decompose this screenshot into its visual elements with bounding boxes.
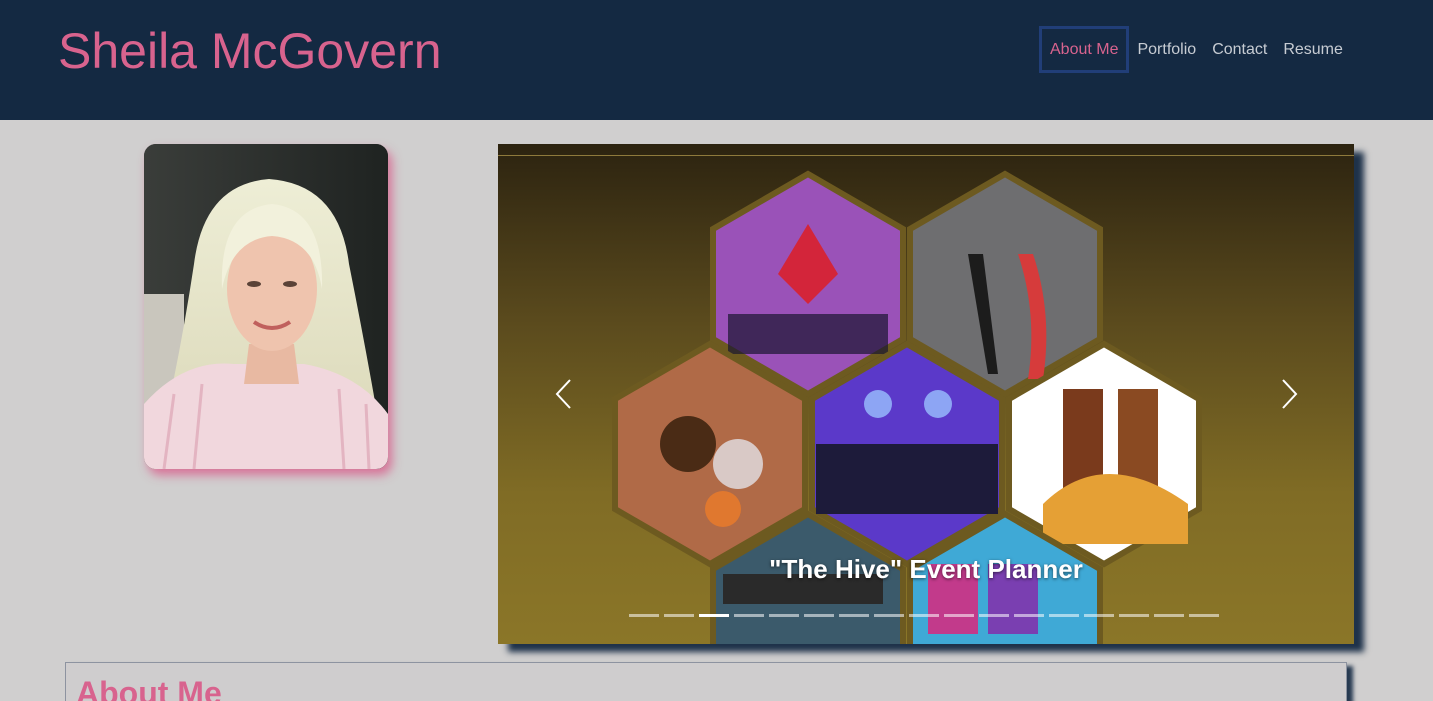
nav-portfolio[interactable]: Portfolio [1129,26,1204,73]
carousel-indicator[interactable] [629,614,659,617]
carousel-indicator[interactable] [1014,614,1044,617]
carousel-indicator[interactable] [839,614,869,617]
carousel-indicator[interactable] [769,614,799,617]
carousel-indicator[interactable] [804,614,834,617]
carousel-indicator[interactable] [944,614,974,617]
carousel-indicator[interactable] [699,614,729,617]
carousel-indicator[interactable] [734,614,764,617]
portrait-photo-icon [144,144,388,469]
carousel-indicator[interactable] [909,614,939,617]
carousel-indicator[interactable] [1189,614,1219,617]
site-brand[interactable]: Sheila McGovern [58,22,442,80]
about-section: About Me [65,662,1347,701]
carousel-indicator[interactable] [979,614,1009,617]
chevron-right-icon[interactable] [1275,376,1305,412]
carousel-caption: "The Hive" Event Planner [769,554,1083,584]
chevron-left-icon[interactable] [548,376,578,412]
carousel-indicator[interactable] [1154,614,1184,617]
portfolio-carousel[interactable]: "The Hive" Event Planner [498,144,1354,644]
site-header: Sheila McGovern About Me Portfolio Conta… [0,0,1433,120]
carousel-indicators [629,614,1219,617]
carousel-indicator[interactable] [1049,614,1079,617]
about-title: About Me [76,675,222,701]
profile-photo [144,144,388,469]
main-nav: About Me Portfolio Contact Resume [1039,26,1351,73]
carousel-indicator[interactable] [664,614,694,617]
carousel-indicator[interactable] [1119,614,1149,617]
nav-contact[interactable]: Contact [1204,26,1275,73]
nav-about-me[interactable]: About Me [1039,26,1130,73]
carousel-indicator[interactable] [1084,614,1114,617]
carousel-indicator[interactable] [874,614,904,617]
nav-resume[interactable]: Resume [1275,26,1351,73]
